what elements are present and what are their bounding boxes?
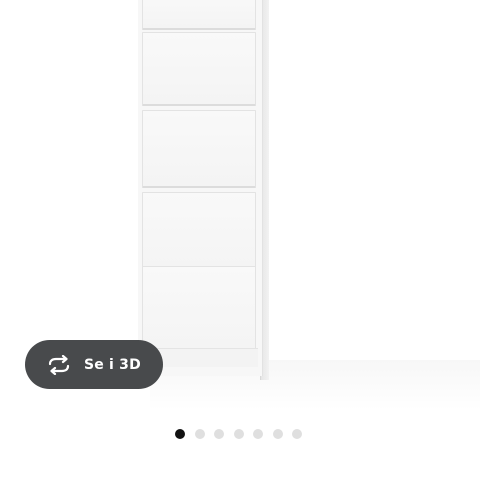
drawer-4 xyxy=(142,192,256,272)
drawer-5 xyxy=(142,266,256,350)
drawer-3 xyxy=(142,110,256,188)
gallery-pagination xyxy=(175,428,312,440)
pagination-dot-1[interactable] xyxy=(175,429,185,439)
pagination-dot-2[interactable] xyxy=(194,429,205,439)
pagination-dot-4[interactable] xyxy=(233,429,244,439)
product-gallery: Se i 3D xyxy=(0,0,480,480)
pagination-dot-3[interactable] xyxy=(214,429,224,439)
white-chest-of-drawers xyxy=(138,0,269,388)
rotate-3d-icon xyxy=(45,354,73,376)
pagination-dot-5[interactable] xyxy=(253,429,263,439)
drawer-1 xyxy=(142,0,256,30)
pagination-dot-6[interactable] xyxy=(272,429,283,439)
drawer-2 xyxy=(142,32,256,106)
view-in-3d-label: Se i 3D xyxy=(84,356,141,373)
view-in-3d-button[interactable]: Se i 3D xyxy=(25,340,163,389)
pagination-dot-7[interactable] xyxy=(292,429,302,439)
